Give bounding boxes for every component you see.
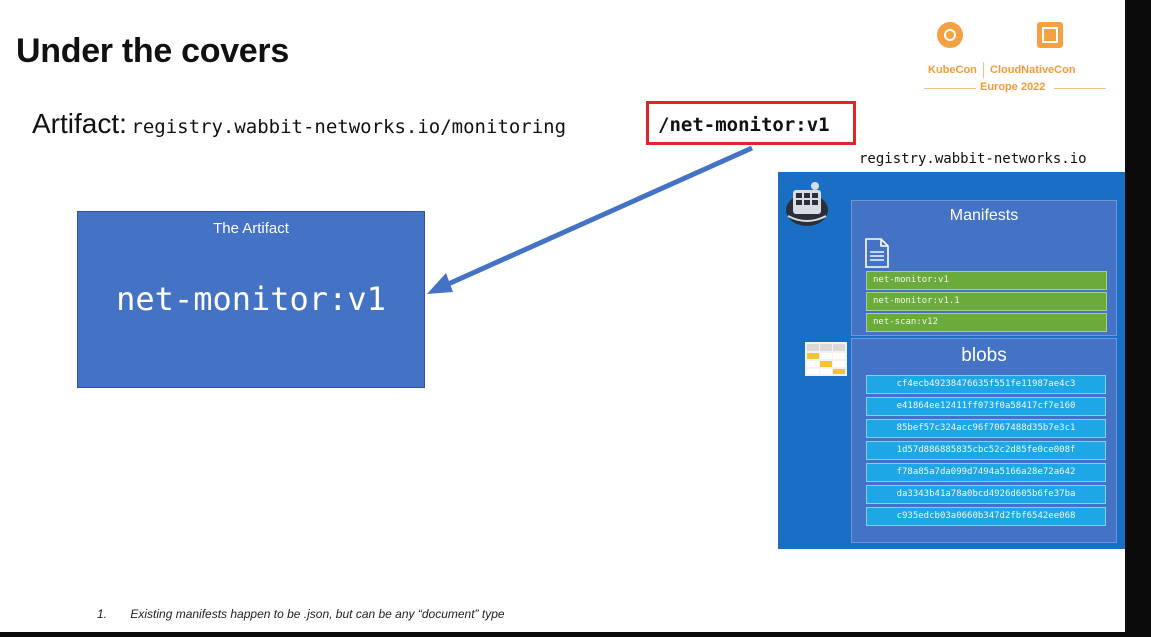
logo-kubecon-label: KubeCon [928, 64, 977, 76]
screen-edge-right [1125, 0, 1151, 637]
artifact-reference: Artifact: registry.wabbit-networks.io/mo… [32, 108, 566, 140]
artifact-label: Artifact: [32, 108, 127, 139]
manifest-item: net-monitor:v1 [866, 271, 1107, 290]
kubecon-logo: KubeCon CloudNativeCon Europe 2022 [920, 18, 1110, 98]
blob-item: 1d57d886885835cbc52c2d85fe0ce008f [866, 441, 1106, 460]
blob-item: cf4ecb49238476635f551fe11987ae4c3 [866, 375, 1106, 394]
artifact-box-title: The Artifact [213, 220, 289, 237]
manifests-panel: Manifests net-monitor:v1 net-monitor:v1.… [851, 200, 1117, 336]
blobs-panel: blobs cf4ecb49238476635f551fe11987ae4c3 … [851, 338, 1117, 543]
artifact-box: The Artifact net-monitor:v1 [77, 211, 425, 388]
artifact-box-name: net-monitor:v1 [116, 280, 386, 318]
artifact-path-suffix: /net-monitor:v1 [658, 114, 830, 136]
artifact-path-prefix: registry.wabbit-networks.io/monitoring [131, 116, 567, 138]
blobs-title: blobs [961, 345, 1007, 366]
footnote-text: Existing manifests happen to be .json, b… [130, 607, 505, 621]
logo-cloudnativecon-label: CloudNativeCon [990, 64, 1076, 76]
logo-event-label: Europe 2022 [980, 81, 1046, 93]
footnote: 1. Existing manifests happen to be .json… [97, 607, 505, 621]
logo-divider [983, 62, 984, 78]
table-icon [805, 342, 847, 376]
blob-item: da3343b41a78a0bcd4926d605b6fe37ba [866, 485, 1106, 504]
registry-whale-icon [786, 182, 828, 226]
footnote-number: 1. [97, 607, 108, 621]
blob-item: e41864ee12411ff073f0a58417cf7e160 [866, 397, 1106, 416]
arrow-head [427, 273, 453, 294]
manifests-title: Manifests [949, 207, 1019, 224]
blob-item: c935edcb03a0660b347d2fbf6542ee068 [866, 507, 1106, 526]
blob-item: 85bef57c324acc96f7067488d35b7e3c1 [866, 419, 1106, 438]
logo-rule-right [1054, 88, 1106, 89]
document-icon [865, 238, 889, 268]
screen-edge-bottom [0, 632, 1151, 637]
arrow-shaft [444, 145, 754, 288]
registry-panel: Manifests net-monitor:v1 net-monitor:v1.… [778, 172, 1125, 549]
manifest-item: net-scan:v12 [866, 313, 1107, 332]
slide-title: Under the covers [16, 32, 289, 70]
cloudnativecon-icon [1037, 22, 1063, 48]
blob-item: f78a85a7da099d7494a5166a28e72a642 [866, 463, 1106, 482]
manifest-item: net-monitor:v1.1 [866, 292, 1107, 311]
logo-rule-left [924, 88, 976, 89]
kubecon-icon [937, 22, 963, 48]
slide: Under the covers KubeCon CloudNativeCon … [0, 0, 1125, 632]
registry-label: registry.wabbit-networks.io [859, 151, 1087, 167]
